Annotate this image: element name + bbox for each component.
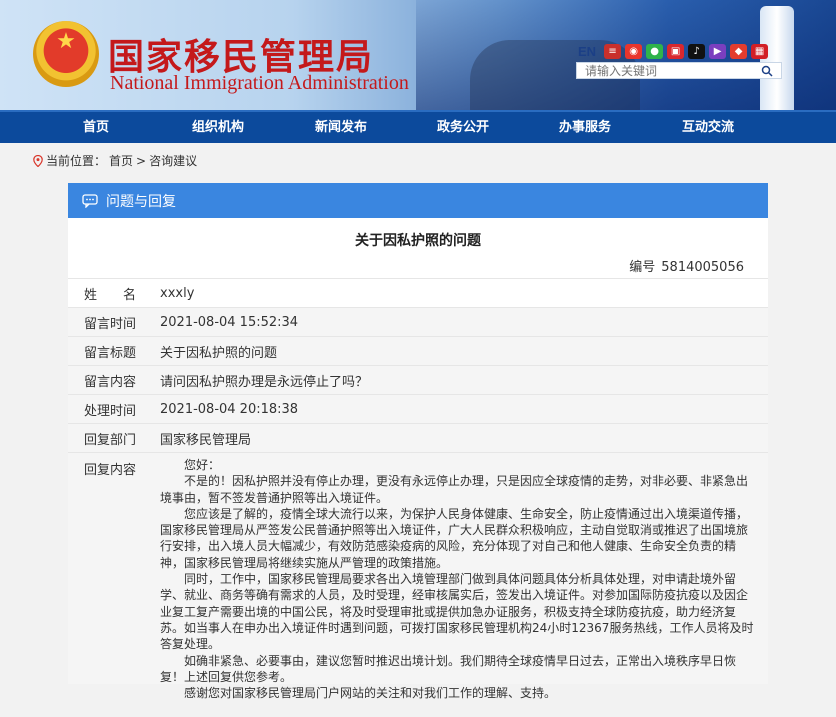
toutiao-icon[interactable]: ▣ xyxy=(667,44,685,59)
search-icon[interactable] xyxy=(755,63,779,78)
wechat-icon[interactable]: ● xyxy=(646,44,664,59)
top-icon-bar: EN ≡ ◉ ● ▣ ♪ ▶ ◆ ▦ xyxy=(578,44,769,59)
nav-item-public-affairs[interactable]: 政务公开 xyxy=(427,112,499,143)
card-header-title: 问题与回复 xyxy=(106,193,176,210)
reply-paragraph: 同时，工作中，国家移民管理局要求各出入境管理部门做到具体问题具体分析具体处理，对… xyxy=(160,572,754,652)
breadcrumb-current-link[interactable]: 咨询建议 xyxy=(149,152,197,169)
message-content-value: 请问因私护照办理是永远停止了吗？ xyxy=(160,374,369,390)
card-header: 问题与回复 xyxy=(68,183,768,218)
detail-row-process-time: 处理时间 2021-08-04 20:18:38 xyxy=(68,394,768,423)
breadcrumb: 当前位置： 首页 > 咨询建议 xyxy=(33,152,197,169)
reply-content-text: 您好： 不是的！因私护照并没有停止办理，更没有永远停止办理，只是因应全球疫情的走… xyxy=(148,457,762,700)
detail-row-name: 姓 名 xxxly xyxy=(68,278,768,307)
qa-card: 问题与回复 关于因私护照的问题 编号 5814005056 姓 名 xxxly 留… xyxy=(68,183,768,700)
search-input[interactable] xyxy=(577,63,755,78)
serial-label: 编号 xyxy=(629,260,656,275)
douyin-icon[interactable]: ♪ xyxy=(688,44,706,59)
breadcrumb-separator: > xyxy=(136,153,147,168)
reply-paragraph: 如确非紧急、必要事由，建议您暂时推迟出境计划。我们期待全球疫情早日过去，正常出入… xyxy=(160,653,737,684)
serial-number: 编号 5814005056 xyxy=(629,256,744,275)
search-box xyxy=(576,62,782,79)
message-time-label: 留言时间 xyxy=(84,316,137,332)
reply-paragraph: 不是的！因私护照并没有停止办理，更没有永远停止办理，只是因应全球疫情的走势，对非… xyxy=(160,474,749,505)
nav-item-interaction[interactable]: 互动交流 xyxy=(672,112,744,143)
name-value: xxxly xyxy=(160,285,195,301)
message-content-label: 留言内容 xyxy=(84,374,137,390)
reply-paragraph: 您好： xyxy=(184,458,221,472)
chat-bubble-icon xyxy=(82,193,98,208)
reply-department-value: 国家移民管理局 xyxy=(160,432,252,448)
english-link[interactable]: EN xyxy=(578,44,596,59)
video-icon[interactable]: ▶ xyxy=(709,44,727,59)
detail-table: 姓 名 xxxly 留言时间 2021-08-04 15:52:34 留言标题 … xyxy=(68,278,768,700)
weibo-icon[interactable]: ◉ xyxy=(625,44,643,59)
reply-paragraph: 感谢您对国家移民管理局门户网站的关注和对我们工作的理解、支持。 xyxy=(184,686,557,701)
kuaishou-icon[interactable]: ◆ xyxy=(730,44,748,59)
detail-row-message-content: 留言内容 请问因私护照办理是永远停止了吗？ xyxy=(68,365,768,394)
nav-item-home[interactable]: 首页 xyxy=(60,112,132,143)
nav-item-news[interactable]: 新闻发布 xyxy=(305,112,377,143)
national-emblem-icon[interactable]: ★ xyxy=(33,21,99,87)
name-label: 姓 名 xyxy=(84,287,137,303)
message-title-label: 留言标题 xyxy=(84,345,137,361)
detail-row-message-time: 留言时间 2021-08-04 15:52:34 xyxy=(68,307,768,336)
main-nav: 首页 组织机构 新闻发布 政务公开 办事服务 互动交流 xyxy=(0,110,836,143)
question-title: 关于因私护照的问题 xyxy=(355,233,481,249)
breadcrumb-home-link[interactable]: 首页 xyxy=(109,152,133,169)
nav-item-organization[interactable]: 组织机构 xyxy=(182,112,254,143)
breadcrumb-prefix: 当前位置： xyxy=(46,154,107,168)
reply-content-label: 回复内容 xyxy=(84,463,137,478)
reply-paragraph: 您应该是了解的，疫情全球大流行以来，为保护人民身体健康、生命安全，防止疫情通过出… xyxy=(160,506,749,570)
detail-row-message-title: 留言标题 关于因私护照的问题 xyxy=(68,336,768,365)
reply-department-label: 回复部门 xyxy=(84,432,137,448)
detail-row-reply-content: 回复内容 您好： 不是的！因私护照并没有停止办理，更没有永远停止办理，只是因应全… xyxy=(68,452,768,700)
serial-value: 5814005056 xyxy=(661,260,744,275)
message-title-value: 关于因私护照的问题 xyxy=(160,345,278,361)
process-time-label: 处理时间 xyxy=(84,403,137,419)
nav-item-services[interactable]: 办事服务 xyxy=(549,112,621,143)
header-banner: ★ 国家移民管理局 National Immigration Administr… xyxy=(0,0,836,110)
news-icon[interactable]: ≡ xyxy=(604,44,622,59)
site-logo-en[interactable]: National Immigration Administration xyxy=(110,72,409,95)
message-time-value: 2021-08-04 15:52:34 xyxy=(160,314,299,330)
location-pin-icon xyxy=(33,154,43,167)
detail-row-reply-department: 回复部门 国家移民管理局 xyxy=(68,423,768,452)
process-time-value: 2021-08-04 20:18:38 xyxy=(160,401,299,417)
app-icon[interactable]: ▦ xyxy=(751,44,769,59)
